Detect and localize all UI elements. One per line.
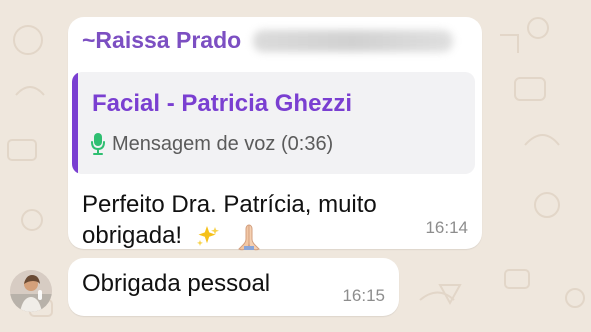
reply-accent-bar xyxy=(72,72,78,174)
reply-preview[interactable]: Facial - Patricia Ghezzi Mensagem de voz… xyxy=(72,72,475,174)
microphone-icon xyxy=(90,132,106,156)
sparkles-icon xyxy=(195,224,221,250)
message-text: Obrigada pessoal xyxy=(82,270,271,297)
reply-subtitle: Mensagem de voz (0:36) xyxy=(90,132,333,156)
sender-row: ~Raissa Prado xyxy=(82,27,454,54)
message-time: 16:14 xyxy=(425,218,468,237)
reply-title: Facial - Patricia Ghezzi xyxy=(92,90,353,117)
message-text: Perfeito Dra. Patrícia, muito obrigada! xyxy=(82,189,402,253)
message-bubble[interactable]: ~Raissa Prado Facial - Patricia Ghezzi M… xyxy=(68,17,482,250)
message-text-line-1: Perfeito Dra. Patrícia, muito xyxy=(82,191,377,218)
praying-hands-icon xyxy=(233,221,265,253)
message-bubble[interactable]: Obrigada pessoal 16:15 xyxy=(68,258,399,316)
message-text-line-2-label: obrigada! xyxy=(82,222,183,249)
blurred-phone-number xyxy=(253,29,454,52)
avatar[interactable] xyxy=(10,270,52,312)
message-time: 16:15 xyxy=(342,286,385,305)
voice-message-label: Mensagem de voz (0:36) xyxy=(112,132,334,155)
sender-name: ~Raissa Prado xyxy=(82,27,242,53)
message-text-line-2: obrigada! xyxy=(82,220,402,253)
